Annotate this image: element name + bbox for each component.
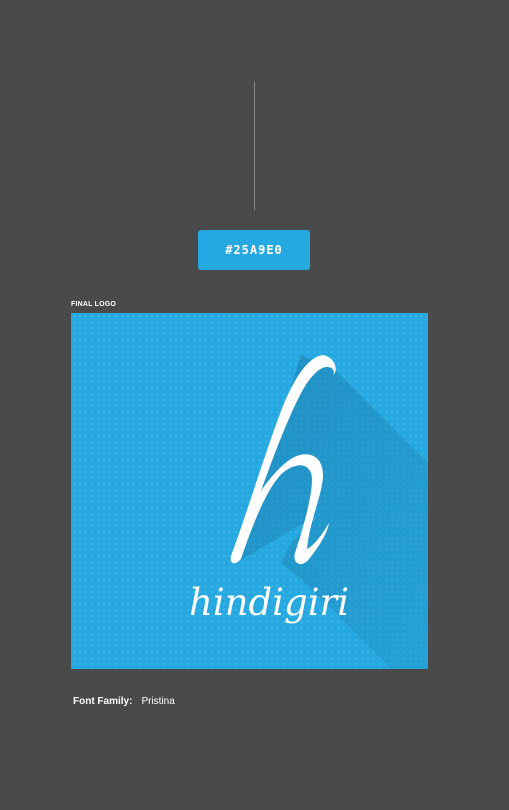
brand-color-swatch: #25A9E0 bbox=[198, 230, 310, 270]
hindigiri-wordmark: hindigiri bbox=[189, 581, 349, 624]
logo-artwork: hindigiri bbox=[71, 313, 428, 669]
font-family-label: Font Family: bbox=[73, 696, 133, 707]
final-logo-heading: FINAL LOGO bbox=[71, 301, 117, 308]
font-family-info: Font Family: Pristina bbox=[73, 696, 175, 707]
font-family-value: Pristina bbox=[141, 696, 175, 707]
brand-color-hex: #25A9E0 bbox=[225, 243, 283, 257]
divider-line bbox=[254, 82, 255, 210]
final-logo-tile: hindigiri bbox=[71, 313, 428, 669]
